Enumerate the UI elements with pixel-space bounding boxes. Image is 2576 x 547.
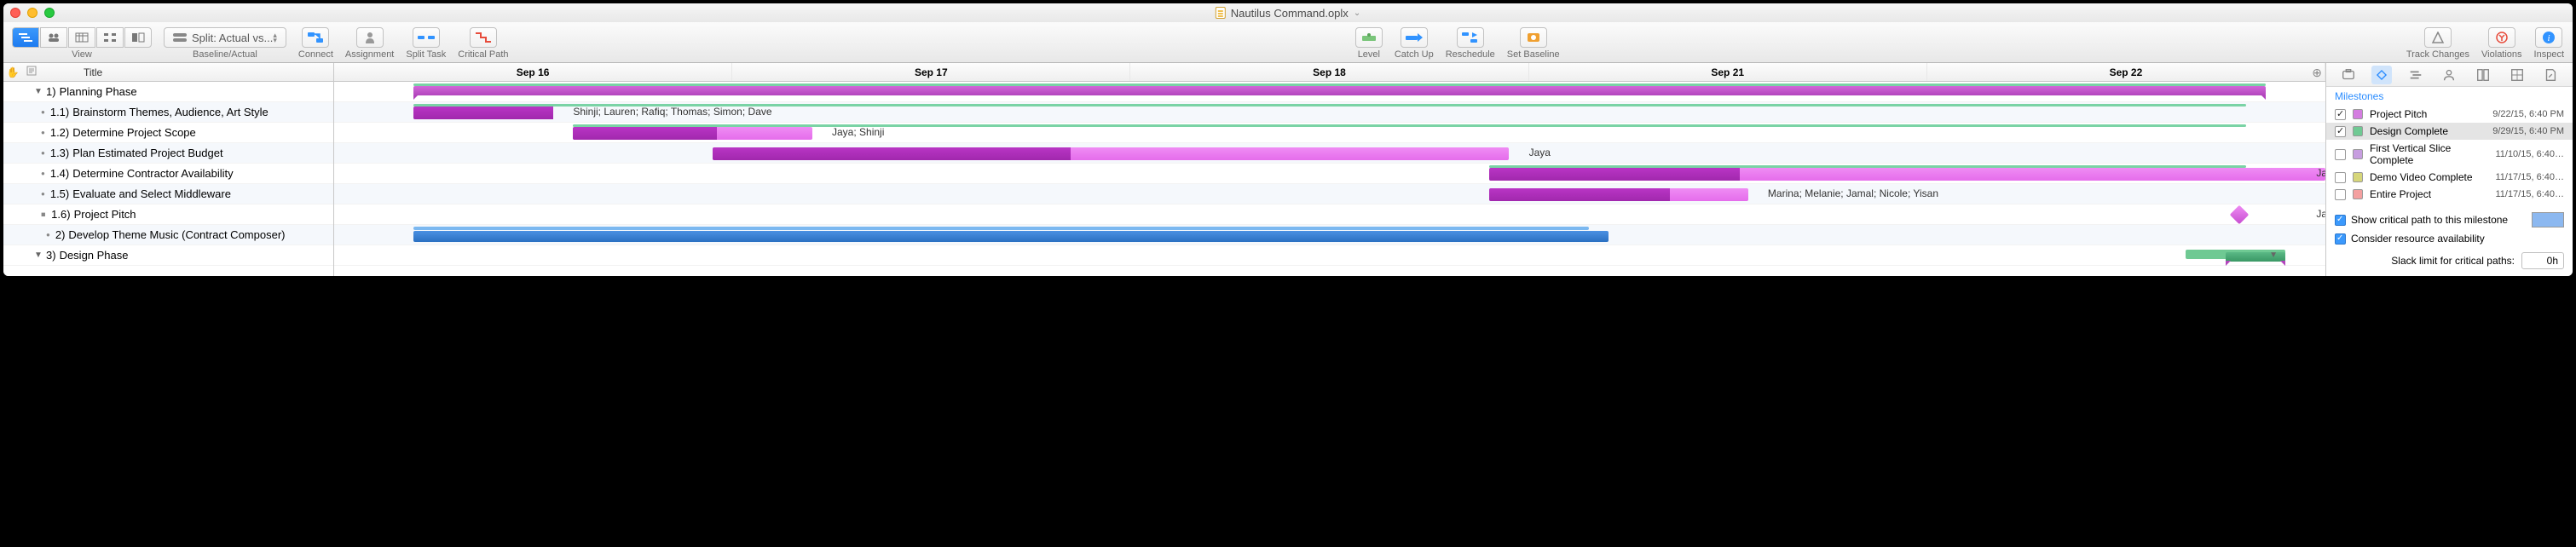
task-outline: ✋ Title ▼1)Planning Phase ●1.1)Brainstor… bbox=[3, 63, 334, 276]
milestone-row[interactable]: Design Complete9/29/15, 6:40 PM bbox=[2326, 123, 2573, 140]
view-label: View bbox=[72, 49, 92, 60]
assignment-button[interactable] bbox=[356, 27, 384, 48]
milestone-color-swatch bbox=[2353, 149, 2363, 159]
milestone-checkbox[interactable] bbox=[2335, 172, 2346, 183]
split-task-button[interactable] bbox=[413, 27, 440, 48]
group-bar[interactable] bbox=[413, 86, 2265, 95]
milestone-color-swatch bbox=[2353, 126, 2363, 136]
toolbar: View Split: Actual vs... ▴▾ Baseline/Act… bbox=[3, 22, 2573, 63]
task-bar[interactable] bbox=[413, 231, 1609, 242]
collapse-icon[interactable]: ▼ bbox=[2269, 250, 2278, 260]
milestone-color-swatch bbox=[2353, 109, 2363, 119]
milestone-marker[interactable] bbox=[2229, 205, 2249, 225]
close-button[interactable] bbox=[10, 8, 20, 18]
view-styles-button[interactable] bbox=[124, 27, 152, 48]
task-bar[interactable] bbox=[1489, 188, 1748, 201]
baseline-label: Baseline/Actual bbox=[193, 49, 257, 60]
task-bar[interactable] bbox=[713, 147, 1509, 160]
connect-button[interactable] bbox=[302, 27, 329, 48]
task-row[interactable]: ▼3)Design Phase bbox=[3, 245, 333, 266]
show-critical-path-checkbox[interactable]: Show critical path to this milestone bbox=[2326, 210, 2573, 230]
milestone-checkbox[interactable] bbox=[2335, 109, 2346, 120]
view-calendar-button[interactable] bbox=[68, 27, 95, 48]
title-column-header[interactable]: Title bbox=[41, 66, 102, 78]
view-resources-button[interactable] bbox=[40, 27, 67, 48]
critical-path-button[interactable] bbox=[470, 27, 497, 48]
consider-resource-checkbox[interactable]: Consider resource availability bbox=[2326, 230, 2573, 247]
date-header[interactable]: Sep 18 bbox=[1130, 63, 1528, 81]
inspector-tab-project[interactable] bbox=[2338, 66, 2359, 84]
inspect-button[interactable]: i bbox=[2535, 27, 2562, 48]
resource-label: Ja bbox=[2316, 167, 2325, 179]
resource-label: Marina; Melanie; Jamal; Nicole; Yisan bbox=[1768, 187, 1938, 199]
task-bar[interactable] bbox=[413, 107, 553, 119]
inspector-tab-styles[interactable] bbox=[2473, 66, 2493, 84]
milestone-checkbox[interactable] bbox=[2335, 149, 2346, 160]
inspector-heading: Milestones bbox=[2326, 87, 2573, 106]
reschedule-button[interactable] bbox=[1457, 27, 1484, 48]
resource-label: Jaya; Shinji bbox=[832, 126, 884, 138]
slack-limit-input[interactable] bbox=[2521, 252, 2564, 269]
document-icon bbox=[1216, 7, 1226, 19]
minimize-button[interactable] bbox=[27, 8, 38, 18]
view-gantt-button[interactable] bbox=[12, 27, 39, 48]
gantt-chart[interactable]: Sep 16 Sep 17 Sep 18 Sep 21 Sep 22 ⊕ Shi… bbox=[334, 63, 2325, 276]
date-header[interactable]: Sep 21 bbox=[1529, 63, 1927, 81]
resource-label: Shinji; Lauren; Rafiq; Thomas; Simon; Da… bbox=[573, 106, 771, 118]
task-row[interactable]: ●1.5)Evaluate and Select Middleware bbox=[3, 184, 333, 204]
level-button[interactable] bbox=[1355, 27, 1383, 48]
titlebar: Nautilus Command.oplx ⌄ bbox=[3, 3, 2573, 22]
task-row[interactable]: ●1.1)Brainstorm Themes, Audience, Art St… bbox=[3, 102, 333, 123]
milestone-color-swatch bbox=[2353, 189, 2363, 199]
zoom-in-icon[interactable]: ⊕ bbox=[2312, 66, 2322, 80]
inspector-panel: Milestones Project Pitch9/22/15, 6:40 PM… bbox=[2325, 63, 2573, 276]
view-network-button[interactable] bbox=[96, 27, 124, 48]
milestone-row[interactable]: Project Pitch9/22/15, 6:40 PM bbox=[2326, 106, 2573, 123]
inspector-tab-milestones[interactable] bbox=[2371, 66, 2392, 84]
chevron-down-icon: ⌄ bbox=[1354, 9, 1360, 18]
task-bar[interactable] bbox=[1489, 168, 2325, 181]
window-controls bbox=[10, 8, 55, 18]
task-row[interactable]: ●1.4)Determine Contractor Availability bbox=[3, 164, 333, 184]
catch-up-button[interactable] bbox=[1401, 27, 1428, 48]
milestone-checkbox[interactable] bbox=[2335, 189, 2346, 200]
task-bar[interactable] bbox=[573, 127, 811, 140]
task-row[interactable]: ◆1.6)Project Pitch bbox=[3, 204, 333, 225]
date-header[interactable]: Sep 22 bbox=[1927, 63, 2325, 81]
resource-label: Ja bbox=[2316, 208, 2325, 220]
date-header[interactable]: Sep 17 bbox=[732, 63, 1130, 81]
task-row[interactable]: ●1.2)Determine Project Scope bbox=[3, 123, 333, 143]
baseline-dropdown[interactable]: Split: Actual vs... ▴▾ bbox=[164, 27, 286, 48]
milestone-color-swatch bbox=[2353, 172, 2363, 182]
task-row[interactable]: ●1.3)Plan Estimated Project Budget bbox=[3, 143, 333, 164]
hand-column-icon[interactable]: ✋ bbox=[3, 66, 22, 78]
slack-limit-label: Slack limit for critical paths: bbox=[2335, 255, 2515, 267]
title-text: Nautilus Command.oplx bbox=[1231, 7, 1349, 20]
milestone-row[interactable]: First Vertical Slice Complete11/10/15, 6… bbox=[2326, 140, 2573, 169]
critical-path-color-well[interactable] bbox=[2532, 212, 2564, 227]
disclosure-triangle-icon[interactable]: ▼ bbox=[34, 87, 46, 96]
task-row[interactable]: ▼●2)Develop Theme Music (Contract Compos… bbox=[3, 225, 333, 245]
set-baseline-button[interactable] bbox=[1520, 27, 1547, 48]
milestone-checkbox[interactable] bbox=[2335, 126, 2346, 137]
note-column-icon[interactable] bbox=[22, 66, 41, 78]
window-title[interactable]: Nautilus Command.oplx ⌄ bbox=[1216, 7, 1360, 20]
task-row[interactable]: ▼1)Planning Phase bbox=[3, 82, 333, 102]
disclosure-triangle-icon[interactable]: ▼ bbox=[34, 250, 46, 260]
milestone-row[interactable]: Entire Project11/17/15, 6:40… bbox=[2326, 186, 2573, 203]
inspector-tab-attachments[interactable] bbox=[2540, 66, 2561, 84]
zoom-button[interactable] bbox=[44, 8, 55, 18]
inspector-tab-custom-data[interactable] bbox=[2507, 66, 2527, 84]
date-header[interactable]: Sep 16 bbox=[334, 63, 732, 81]
violations-button[interactable] bbox=[2488, 27, 2515, 48]
inspector-tab-resource[interactable] bbox=[2439, 66, 2459, 84]
svg-text:i: i bbox=[2548, 33, 2550, 43]
resource-label: Jaya bbox=[1529, 147, 1551, 158]
track-changes-button[interactable] bbox=[2424, 27, 2452, 48]
milestone-row[interactable]: Demo Video Complete11/17/15, 6:40… bbox=[2326, 169, 2573, 186]
inspector-tab-scheduling[interactable] bbox=[2406, 66, 2426, 84]
